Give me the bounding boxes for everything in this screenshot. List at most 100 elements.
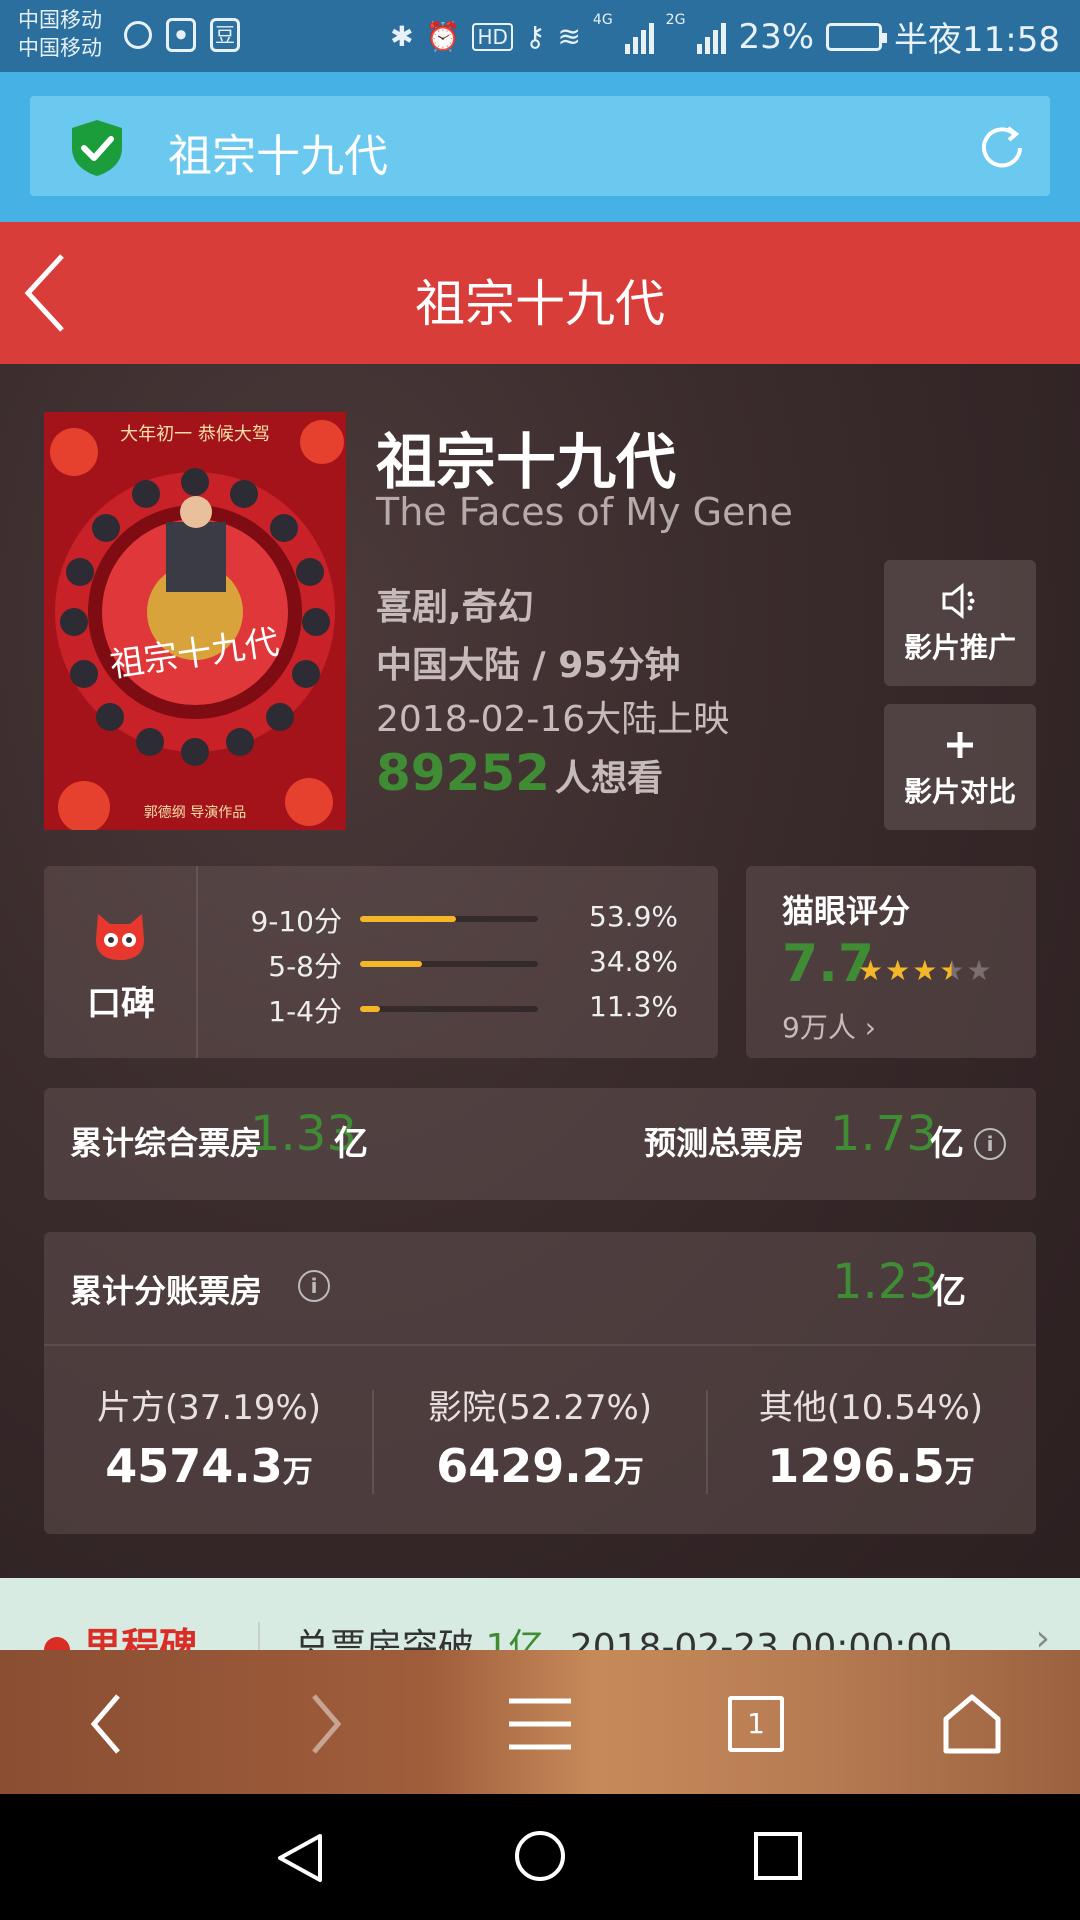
page-title: 祖宗十九代	[415, 275, 665, 333]
rating-bar-fill	[360, 916, 456, 922]
carrier-labels: 中国移动 中国移动	[18, 6, 102, 62]
system-recents-icon[interactable]	[752, 1830, 804, 1882]
movie-title-en: The Faces of My Gene	[376, 490, 793, 534]
douban-icon: 豆	[210, 18, 240, 52]
want-label: 人想看	[555, 758, 664, 799]
reload-icon[interactable]	[976, 122, 1028, 174]
rating-percent: 34.8%	[589, 945, 678, 978]
rating-row: 9-10分 53.9%	[198, 898, 718, 938]
split-col-unit: 万	[944, 1455, 975, 1490]
sync-icon	[124, 21, 152, 49]
carrier-1: 中国移动	[18, 8, 102, 32]
maoyan-score-title: 猫眼评分	[782, 892, 911, 930]
split-col-number: 1296.5	[767, 1439, 945, 1493]
browser-home-button[interactable]	[922, 1674, 1022, 1774]
browser-back-button[interactable]	[56, 1674, 156, 1774]
star-icon: ★	[912, 954, 938, 987]
split-label: 累计分账票房	[70, 1272, 263, 1310]
koubei-badge: 口碑	[44, 866, 198, 1058]
rating-range: 9-10分	[250, 905, 342, 938]
system-indicators: ✱ ⏰ HD ⚷ ≋ 4G 2G 23% 半夜11:58	[390, 12, 1060, 61]
koubei-title: 口碑	[87, 984, 155, 1024]
maoyan-rating-count[interactable]: 9万人 ›	[782, 1006, 876, 1046]
forecast-info-icon[interactable]: i	[974, 1128, 1006, 1160]
alarm-icon: ⏰	[425, 20, 461, 53]
milestone-prefix: 总票房突破	[294, 1627, 475, 1650]
chevron-right-icon: ›	[864, 1011, 876, 1044]
url-field[interactable]: 祖宗十九代	[30, 96, 1050, 196]
promote-button[interactable]: 影片推广	[884, 560, 1036, 686]
speaker-icon	[942, 582, 975, 620]
rating-bar	[360, 916, 538, 922]
milestone-badge: 里程碑	[44, 1616, 197, 1650]
milestone-icon	[44, 1636, 70, 1650]
forecast-label: 预测总票房	[644, 1124, 805, 1162]
split-col-unit: 万	[282, 1455, 313, 1490]
movie-release-date: 2018-02-16大陆上映	[376, 699, 730, 740]
movie-genre: 喜剧,奇幻	[376, 587, 534, 628]
split-col-label: 影院(52.27%)	[427, 1388, 653, 1428]
system-navigation-bar	[0, 1794, 1080, 1920]
system-home-icon[interactable]	[512, 1828, 568, 1884]
split-col-value: 6429.2万	[375, 1439, 705, 1493]
rating-range: 1-4分	[268, 995, 342, 1028]
split-box-office-card: 累计分账票房 i 1.23 亿 片方(37.19%) 4574.3万 影院(52…	[44, 1232, 1036, 1534]
url-text: 祖宗十九代	[168, 131, 388, 182]
rating-bar	[360, 1006, 538, 1012]
rating-count-text: 9万人	[782, 1011, 856, 1044]
promote-label: 影片推广	[903, 631, 1016, 664]
carrier-2: 中国移动	[18, 36, 102, 60]
movie-region-duration: 中国大陆 / 95分钟	[376, 645, 681, 686]
rating-percent: 11.3%	[589, 990, 678, 1023]
browser-forward-button[interactable]	[276, 1674, 376, 1774]
cumulative-label: 累计综合票房	[70, 1124, 263, 1162]
divider	[258, 1622, 260, 1650]
split-col-number: 6429.2	[436, 1439, 614, 1493]
movie-poster[interactable]: 大年初一 恭候大驾 祖宗十九代 郭德纲 导演作品	[44, 412, 346, 830]
browser-toolbar: 1	[0, 1650, 1080, 1794]
bluetooth-icon: ✱	[390, 20, 414, 53]
split-col-label: 其他(10.54%)	[758, 1388, 984, 1428]
split-column: 片方(37.19%) 4574.3万	[44, 1380, 374, 1493]
app-notification-icon: ⚫	[166, 18, 196, 52]
key-icon: ⚷	[524, 20, 546, 53]
star-half-icon: ★	[939, 954, 965, 987]
maoyan-cat-icon	[96, 914, 144, 960]
maoyan-score-card[interactable]: 猫眼评分 7.7 ★ ★ ★ ★ ★ 9万人 ›	[746, 866, 1036, 1058]
battery-percent: 23%	[738, 16, 815, 57]
koubei-card[interactable]: 口碑 9-10分 53.9% 5-8分 34.8% 1-4分 11.3%	[44, 866, 718, 1058]
network-type-1: 4G	[592, 12, 613, 28]
plus-icon	[947, 732, 973, 758]
browser-address-bar: 祖宗十九代	[0, 72, 1080, 222]
status-bar: 中国移动 中国移动 ⚫ 豆 ✱ ⏰ HD ⚷ ≋ 4G 2G 23% 半夜11:…	[0, 0, 1080, 72]
browser-tabs-button[interactable]: 1	[706, 1674, 806, 1774]
system-back-icon[interactable]	[272, 1830, 328, 1886]
rating-row: 1-4分 11.3%	[198, 988, 718, 1028]
rating-row: 5-8分 34.8%	[198, 943, 718, 983]
rating-bar-fill	[360, 1006, 381, 1012]
battery-icon	[826, 22, 888, 51]
clock: 半夜11:58	[894, 20, 1060, 60]
split-info-icon[interactable]: i	[298, 1270, 330, 1302]
box-office-card: 累计综合票房 1.33 亿 预测总票房 1.73 亿 i	[44, 1088, 1036, 1200]
compare-button[interactable]: 影片对比	[884, 704, 1036, 830]
star-icon: ★	[885, 954, 911, 987]
chevron-right-icon: ›	[1035, 1618, 1050, 1650]
want-to-see: 89252 人想看	[376, 744, 663, 802]
split-unit: 亿	[932, 1272, 966, 1312]
star-rating: ★ ★ ★ ★ ★	[858, 954, 992, 987]
cumulative-unit: 亿	[334, 1124, 368, 1164]
column-divider	[372, 1390, 374, 1494]
split-col-value: 4574.3万	[44, 1439, 374, 1493]
split-col-value: 1296.5万	[706, 1439, 1036, 1493]
browser-menu-button[interactable]	[490, 1674, 590, 1774]
movie-title-cn: 祖宗十九代	[376, 428, 676, 498]
rating-bar-fill	[360, 961, 422, 967]
forecast-unit: 亿	[930, 1124, 964, 1164]
milestone-banner[interactable]: 里程碑 总票房突破 1亿 2018-02-23 00:00:00 ›	[0, 1578, 1080, 1650]
poster-top-text: 大年初一 恭候大驾	[120, 424, 270, 445]
poster-footer: 郭德纲 导演作品	[143, 805, 247, 821]
star-icon: ★	[858, 954, 884, 987]
milestone-badge-text: 里程碑	[83, 1625, 198, 1650]
poster-art	[44, 412, 346, 830]
